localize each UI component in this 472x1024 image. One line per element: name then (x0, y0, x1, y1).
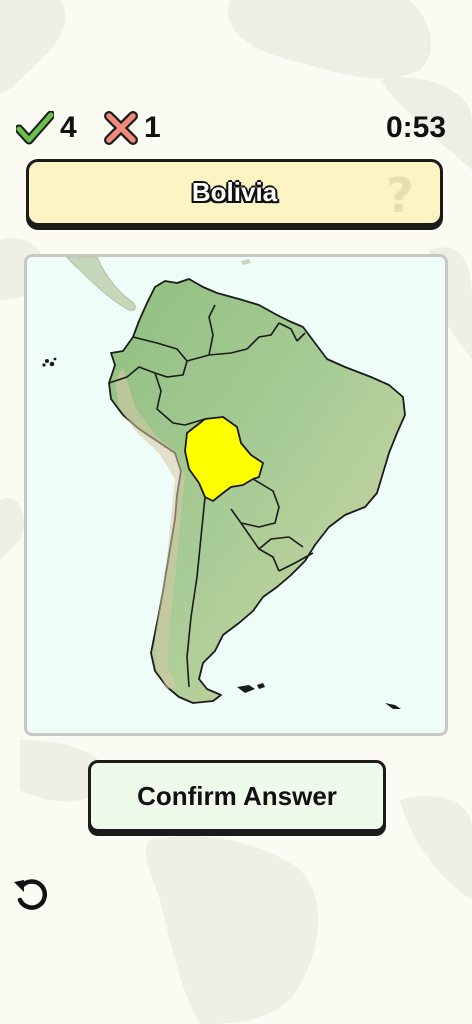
wrong-count: 1 (144, 111, 161, 144)
status-bar: 4 1 0:53 (0, 106, 472, 150)
question-banner: ? Bolivia (26, 159, 443, 226)
wrong-score: 1 (104, 106, 161, 150)
central-america (66, 257, 136, 311)
map-frame[interactable] (24, 254, 448, 736)
check-icon (16, 111, 54, 145)
correct-count: 4 (60, 111, 77, 144)
timer: 0:53 (385, 111, 446, 144)
confirm-answer-button[interactable]: Confirm Answer (88, 760, 386, 832)
undo-icon[interactable] (10, 872, 52, 914)
correct-score: 4 (16, 106, 77, 150)
country-name: Bolivia (191, 176, 278, 207)
galapagos-islands (42, 357, 57, 367)
cross-icon (104, 111, 138, 145)
south-america-map[interactable] (27, 257, 445, 733)
falkland-islands (237, 683, 265, 693)
